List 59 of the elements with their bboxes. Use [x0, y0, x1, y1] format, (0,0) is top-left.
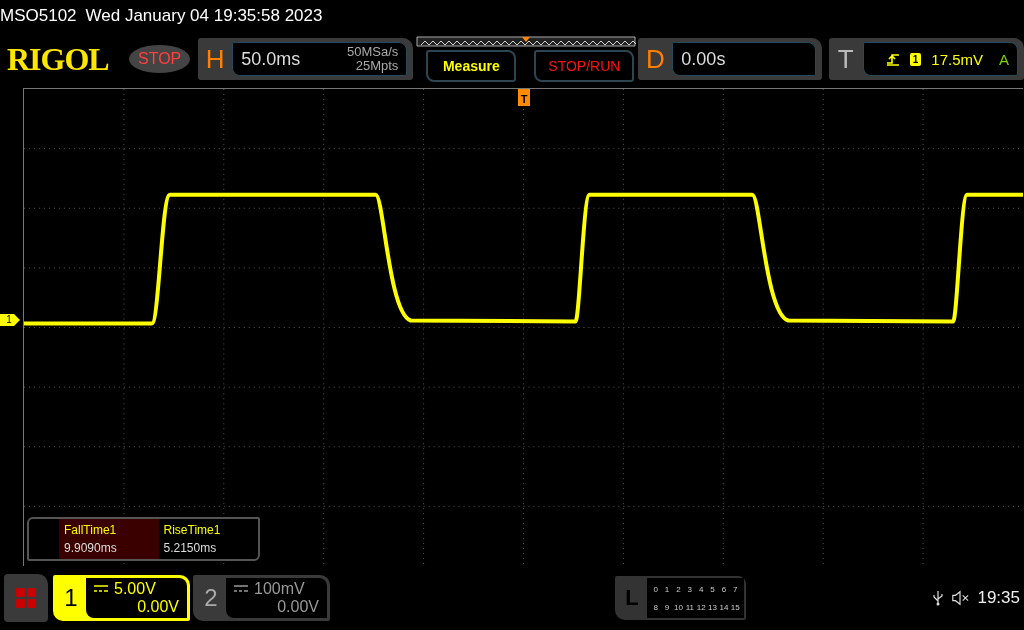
- measurement-value: 9.9090ms: [64, 541, 118, 555]
- logic-channel-number: 5: [709, 584, 716, 594]
- logic-channel-number: 15: [729, 602, 741, 612]
- trigger-source: 1: [909, 52, 922, 66]
- measurement-value: 5.2150ms: [163, 541, 218, 555]
- logic-channel-number: 13: [707, 602, 718, 612]
- measurement-item[interactable]: FallTime1 9.9090ms: [59, 519, 159, 559]
- clock: 19:35: [977, 588, 1020, 608]
- channel-offset: 0.00V: [137, 598, 179, 616]
- run-state-badge: STOP: [128, 45, 191, 73]
- logic-channel-number: 0: [652, 584, 659, 594]
- trigger-mode: A: [999, 50, 1009, 68]
- grid-menu-icon: [15, 587, 37, 609]
- trigger-panel[interactable]: T 1 17.5mV A: [828, 38, 1024, 80]
- soft-button[interactable]: STOP/RUN: [534, 50, 635, 82]
- menu-button[interactable]: [4, 574, 48, 622]
- trigger-marker[interactable]: T: [518, 89, 530, 106]
- timebase-value: 50.0ms: [241, 48, 302, 70]
- logic-channel-number: 1: [663, 584, 671, 594]
- horizontal-panel[interactable]: H 50.0ms 50MSa/s 25Mpts: [198, 38, 414, 80]
- usb-icon: [933, 590, 944, 606]
- channel-panel[interactable]: 2 100mV 0.00V: [193, 575, 330, 621]
- logic-channel-number: 14: [718, 602, 730, 612]
- dc-coupling-icon: [94, 585, 108, 593]
- rising-edge-icon: [885, 52, 900, 66]
- date-time: Wed January 04 19:35:58 2023: [85, 6, 323, 26]
- delay-panel[interactable]: D 0.00s: [638, 38, 822, 80]
- brand-logo: RIGOL: [7, 40, 110, 78]
- channel-scale: 100mV: [254, 580, 305, 598]
- logic-channel-number: 8: [652, 602, 659, 612]
- channel-scale: 5.00V: [114, 580, 156, 598]
- channel-marker[interactable]: 1: [0, 314, 20, 326]
- trigger-label: T: [836, 43, 855, 75]
- trigger-level: 17.5mV: [931, 50, 983, 68]
- measurement-name: RiseTime1: [163, 523, 222, 537]
- delay-value: 0.00s: [681, 48, 727, 70]
- logic-channel-number: 11: [684, 602, 695, 612]
- logic-channel-number: 12: [695, 602, 707, 612]
- dc-coupling-icon: [234, 585, 248, 593]
- delay-label: D: [644, 43, 666, 75]
- logic-channel-number: 6: [720, 584, 728, 594]
- model-name: MSO5102: [0, 6, 77, 26]
- soft-button[interactable]: Measure: [426, 50, 517, 82]
- logic-channel-number: 9: [663, 602, 671, 612]
- channel-panel[interactable]: 1 5.00V 0.00V: [53, 575, 190, 621]
- measurement-item[interactable]: RiseTime1 5.2150ms: [158, 519, 258, 559]
- logic-channel-number: 10: [673, 602, 684, 612]
- logic-channel-number: 4: [697, 584, 705, 594]
- sample-rate: 50MSa/s: [347, 45, 399, 59]
- channel-number: 2: [203, 584, 219, 612]
- muted-speaker-icon: [951, 590, 970, 606]
- channel-number: 1: [63, 584, 79, 612]
- logic-channel-number: 7: [732, 584, 739, 594]
- channel-offset: 0.00V: [277, 598, 319, 616]
- logic-channel-number: 2: [675, 584, 682, 594]
- logic-channel-number: 3: [686, 584, 694, 594]
- measurement-name: FallTime1: [64, 523, 118, 537]
- horizontal-label: H: [204, 43, 226, 75]
- memory-depth: 25Mpts: [355, 59, 399, 73]
